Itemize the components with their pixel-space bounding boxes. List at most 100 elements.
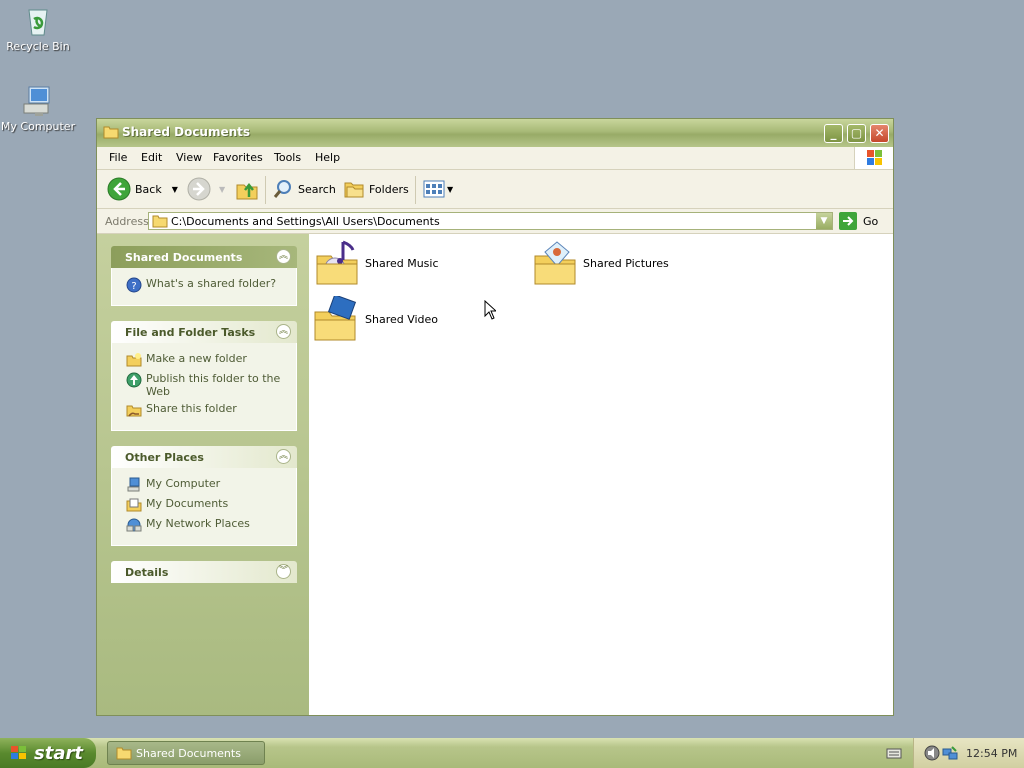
my-computer-icon bbox=[127, 477, 140, 492]
system-tray: 12:54 PM bbox=[913, 738, 1024, 768]
keyboard-icon[interactable] bbox=[886, 746, 902, 763]
go-button[interactable]: Go bbox=[839, 212, 878, 230]
back-button[interactable]: Back ▼ bbox=[107, 177, 178, 201]
music-folder-icon bbox=[316, 240, 358, 285]
search-icon bbox=[273, 180, 291, 198]
address-value: C:\Documents and Settings\All Users\Docu… bbox=[171, 215, 440, 228]
task-whats-shared-folder[interactable]: ? What's a shared folder? bbox=[112, 277, 296, 293]
panel-body: My Computer My Documents My Network Plac… bbox=[111, 468, 297, 546]
taskbar-button-shared-documents[interactable]: Shared Documents bbox=[107, 741, 265, 765]
go-arrow-icon bbox=[839, 212, 857, 230]
maximize-button[interactable]: ▢ bbox=[847, 124, 866, 143]
globe-publish-icon bbox=[126, 372, 142, 388]
panel-body: Make a new folder Publish this folder to… bbox=[111, 343, 297, 431]
network-places-icon bbox=[126, 518, 142, 532]
taskbar: start Shared Documents 12:54 PM bbox=[0, 738, 1024, 768]
video-folder-icon bbox=[314, 296, 357, 341]
svg-text:?: ? bbox=[131, 281, 136, 292]
volume-icon[interactable] bbox=[924, 745, 940, 761]
share-folder-icon bbox=[126, 405, 142, 417]
views-dropdown-icon[interactable]: ▼ bbox=[447, 185, 453, 194]
clock: 12:54 PM bbox=[966, 747, 1018, 760]
task-share-folder[interactable]: Share this folder bbox=[112, 402, 296, 418]
place-my-computer[interactable]: My Computer bbox=[112, 477, 296, 493]
search-button[interactable]: Search bbox=[272, 178, 336, 200]
views-icon bbox=[423, 180, 445, 198]
collapse-chevron-icon[interactable]: ︽ bbox=[276, 249, 291, 264]
search-label: Search bbox=[298, 182, 336, 196]
window-title: Shared Documents bbox=[122, 125, 251, 139]
title-bar[interactable]: Shared Documents _ ▢ ✕ bbox=[97, 119, 893, 148]
menu-edit[interactable]: Edit bbox=[141, 151, 162, 164]
panel-title: Other Places bbox=[125, 451, 204, 464]
menu-favorites[interactable]: Favorites bbox=[213, 151, 263, 164]
desktop-icon-label: Recycle Bin bbox=[6, 40, 70, 53]
close-button[interactable]: ✕ bbox=[870, 124, 889, 143]
task-publish-web[interactable]: Publish this folder to the Web bbox=[112, 372, 296, 398]
panel-details: Details ︾ bbox=[111, 561, 297, 583]
panel-header[interactable]: Details ︾ bbox=[111, 561, 297, 583]
file-item-shared-music[interactable]: Shared Music bbox=[315, 240, 439, 286]
pictures-folder-icon bbox=[534, 241, 576, 285]
address-dropdown-icon[interactable]: ▼ bbox=[816, 213, 832, 229]
folder-icon bbox=[116, 747, 132, 760]
my-computer-icon bbox=[21, 84, 55, 118]
menu-file[interactable]: File bbox=[109, 151, 127, 164]
address-input[interactable]: C:\Documents and Settings\All Users\Docu… bbox=[148, 212, 833, 230]
panel-other-places: Other Places ︽ My Computer My Documents … bbox=[111, 446, 297, 546]
file-item-shared-pictures[interactable]: Shared Pictures bbox=[533, 240, 669, 286]
menu-help[interactable]: Help bbox=[315, 151, 340, 164]
back-arrow-icon bbox=[107, 177, 131, 201]
my-documents-icon bbox=[126, 498, 142, 512]
panel-header[interactable]: Shared Documents ︽ bbox=[111, 246, 297, 268]
new-folder-icon bbox=[126, 353, 142, 367]
file-item-shared-video[interactable]: Shared Video bbox=[313, 296, 438, 342]
network-icon[interactable] bbox=[942, 745, 958, 761]
recycle-bin-icon bbox=[21, 4, 55, 38]
folders-icon bbox=[344, 182, 364, 198]
start-button[interactable]: start bbox=[0, 738, 96, 768]
panel-header[interactable]: Other Places ︽ bbox=[111, 446, 297, 468]
collapse-chevron-icon[interactable]: ︽ bbox=[276, 449, 291, 464]
explorer-window: Shared Documents _ ▢ ✕ File Edit View Fa… bbox=[96, 118, 894, 716]
place-my-documents[interactable]: My Documents bbox=[112, 497, 296, 513]
go-label: Go bbox=[863, 214, 879, 228]
file-label: Shared Video bbox=[365, 312, 439, 326]
forward-arrow-icon bbox=[187, 177, 211, 201]
menu-bar: File Edit View Favorites Tools Help bbox=[97, 147, 893, 170]
panel-shared-documents: Shared Documents ︽ ? What's a shared fol… bbox=[111, 246, 297, 306]
panel-title: File and Folder Tasks bbox=[125, 326, 256, 339]
menu-tools[interactable]: Tools bbox=[274, 151, 301, 164]
forward-button[interactable]: ▼ bbox=[187, 177, 225, 201]
expand-chevron-icon[interactable]: ︾ bbox=[276, 564, 291, 579]
windows-logo-icon bbox=[854, 147, 893, 169]
up-folder-button[interactable] bbox=[235, 178, 259, 200]
toolbar-separator bbox=[415, 176, 416, 204]
panel-header[interactable]: File and Folder Tasks ︽ bbox=[111, 321, 297, 343]
place-my-network-places[interactable]: My Network Places bbox=[112, 517, 296, 533]
task-make-new-folder[interactable]: Make a new folder bbox=[112, 352, 296, 368]
minimize-button[interactable]: _ bbox=[824, 124, 843, 143]
back-dropdown-icon[interactable]: ▼ bbox=[172, 185, 178, 194]
menu-view[interactable]: View bbox=[176, 151, 202, 164]
desktop-icon-my-computer[interactable]: My Computer bbox=[0, 84, 78, 133]
desktop-icon-recycle-bin[interactable]: Recycle Bin bbox=[0, 4, 78, 53]
folders-label: Folders bbox=[369, 182, 409, 196]
desktop-icon-label: My Computer bbox=[0, 120, 76, 133]
folder-content: Shared Music Shared Pictures Shared Vide… bbox=[309, 234, 893, 715]
address-label: Address bbox=[105, 215, 149, 228]
collapse-chevron-icon[interactable]: ︽ bbox=[276, 324, 291, 339]
mouse-cursor-icon bbox=[484, 300, 496, 320]
help-icon: ? bbox=[126, 277, 142, 293]
panel-file-folder-tasks: File and Folder Tasks ︽ Make a new folde… bbox=[111, 321, 297, 431]
toolbar-separator bbox=[265, 176, 266, 204]
panel-title: Shared Documents bbox=[125, 251, 243, 264]
folder-icon bbox=[152, 215, 168, 228]
forward-dropdown-icon[interactable]: ▼ bbox=[219, 185, 225, 194]
panel-title: Details bbox=[125, 566, 169, 579]
views-button[interactable]: ▼ bbox=[423, 178, 453, 200]
taskbar-button-label: Shared Documents bbox=[136, 747, 241, 760]
folder-icon bbox=[103, 125, 119, 139]
file-label: Shared Music bbox=[365, 256, 439, 270]
folders-button[interactable]: Folders bbox=[343, 178, 409, 200]
